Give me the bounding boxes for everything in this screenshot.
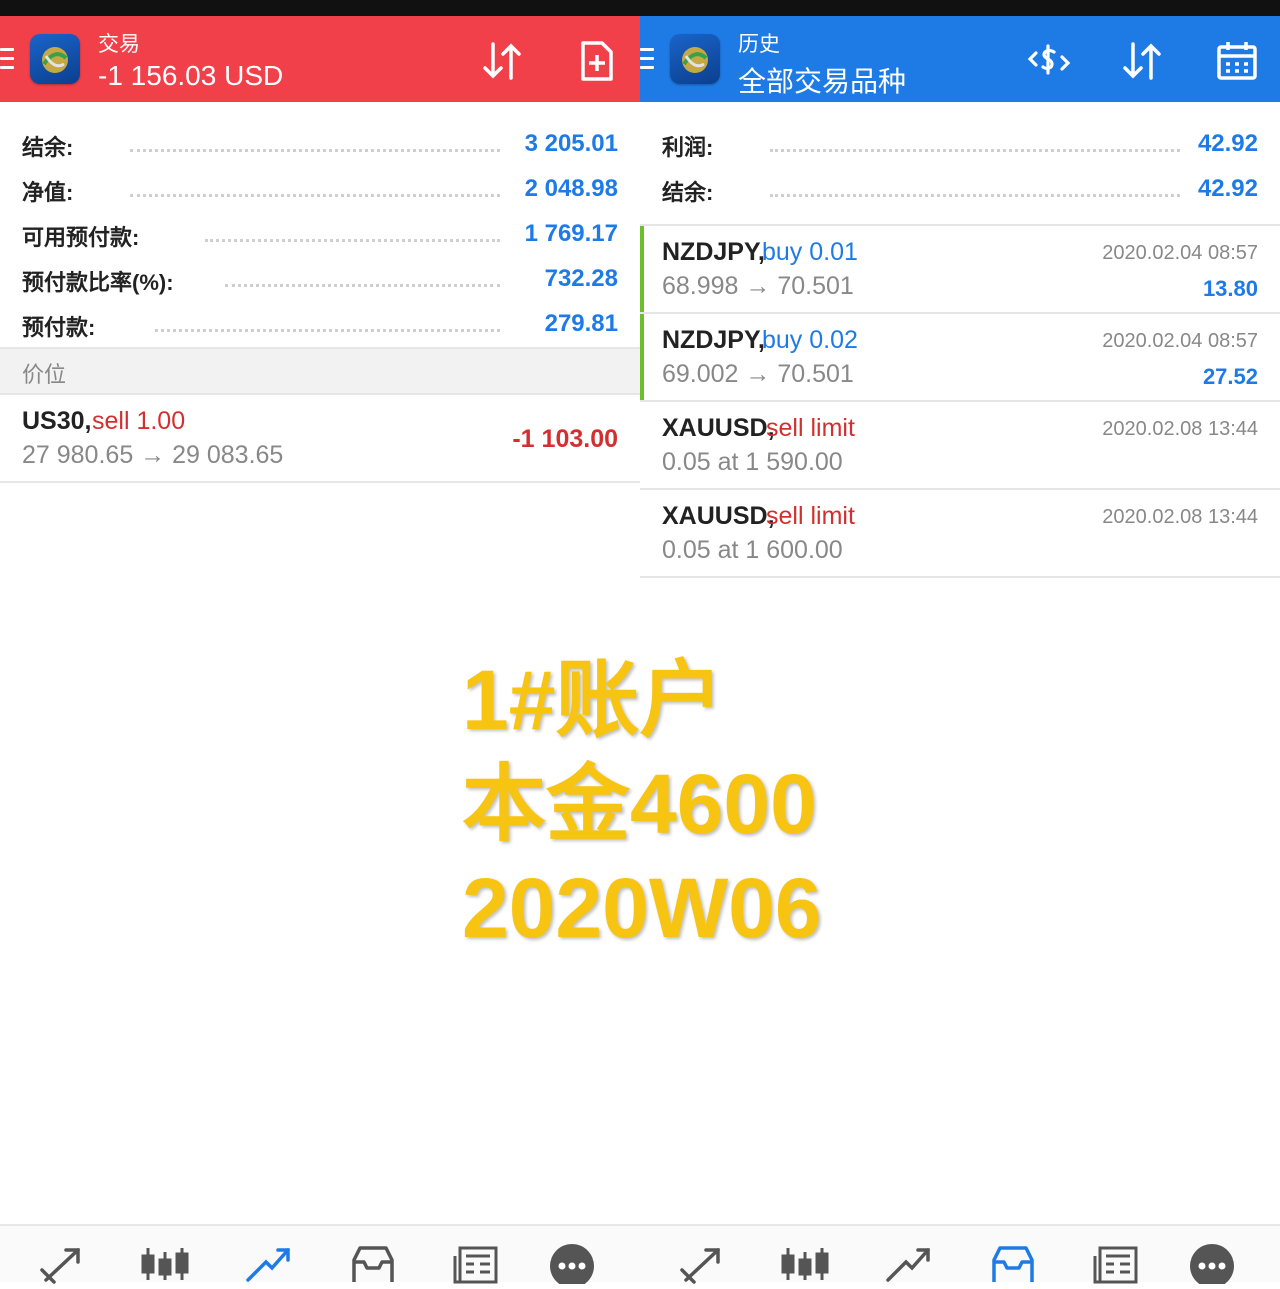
metatrader-logo: [670, 34, 720, 84]
quotes-icon[interactable]: [678, 1244, 728, 1284]
quotes-icon[interactable]: [38, 1244, 88, 1284]
summary-row-balance: 结余: 42.92: [640, 167, 1280, 212]
positions-section-header: 价位: [0, 347, 640, 395]
order-row[interactable]: XAUUSD, sell limit 0.05 at 1 600.00 2020…: [640, 490, 1280, 578]
status-bar: [0, 0, 1280, 16]
position-prices: 27 980.65 → 29 083.65: [22, 441, 284, 469]
summary-label: 净值:: [22, 175, 80, 207]
summary-value: 3 205.01: [518, 130, 618, 158]
deal-prices: 69.002 → 70.501: [662, 360, 854, 388]
summary-row-margin-level: 预付款比率(%): 732.28: [0, 257, 640, 302]
order-symbol: XAUUSD,: [662, 502, 775, 530]
summary-label: 结余:: [22, 130, 80, 162]
floating-profit: -1 156.03 USD: [98, 60, 284, 91]
news-icon[interactable]: [1092, 1244, 1142, 1284]
dollar-filter-icon[interactable]: [1026, 38, 1072, 84]
summary-label: 结余:: [662, 175, 720, 207]
menu-icon[interactable]: [0, 48, 14, 70]
summary-row-margin: 预付款: 279.81: [0, 302, 640, 347]
new-order-icon[interactable]: [574, 38, 620, 84]
position-row[interactable]: US30, sell 1.00 27 980.65 → 29 083.65 -1…: [0, 395, 640, 483]
summary-value: 2 048.98: [518, 175, 618, 203]
summary-row-equity: 净值: 2 048.98: [0, 167, 640, 212]
trade-app-bar: 交易 -1 156.03 USD: [0, 16, 640, 102]
metatrader-logo: [30, 34, 80, 84]
order-volume-price: 0.05 at 1 590.00: [662, 448, 843, 476]
deal-status-bar: [640, 226, 644, 312]
deal-symbol: NZDJPY,: [662, 238, 765, 266]
deal-prices: 68.998 → 70.501: [662, 272, 854, 300]
history-title: 历史: [738, 33, 780, 56]
summary-value: 1 769.17: [518, 220, 618, 248]
deal-row[interactable]: NZDJPY, buy 0.01 68.998 → 70.501 2020.02…: [640, 226, 1280, 314]
account-summary: 结余: 3 205.01 净值: 2 048.98 可用预付款: 1 769.1…: [0, 102, 640, 347]
deal-status-bar: [640, 314, 644, 400]
chat-icon[interactable]: [548, 1244, 598, 1288]
chart-icon[interactable]: [780, 1244, 830, 1284]
order-time: 2020.02.08 13:44: [1102, 418, 1258, 440]
order-side: sell limit: [766, 414, 855, 442]
calendar-icon[interactable]: [1214, 38, 1260, 84]
history-icon[interactable]: [348, 1244, 398, 1284]
chart-icon[interactable]: [140, 1244, 190, 1284]
position-side: sell 1.00: [92, 407, 186, 435]
summary-value: 279.81: [538, 310, 618, 338]
symbol-filter[interactable]: 全部交易品种: [738, 60, 906, 100]
summary-label: 预付款比率(%):: [22, 265, 180, 297]
caption-line-capital: 本金4600: [462, 757, 817, 851]
history-summary: 利润: 42.92 结余: 42.92: [640, 102, 1280, 212]
deal-time: 2020.02.04 08:57: [1102, 330, 1258, 352]
caption-line-week: 2020W06: [462, 861, 822, 955]
account-caption-overlay: 1#账户 本金4600 2020W06: [462, 648, 862, 960]
history-panel: 历史 全部交易品种 利润: 42.92 结余: 42.92 NZDJPY, bu…: [640, 16, 1280, 1224]
chat-icon[interactable]: [1188, 1244, 1238, 1288]
summary-value: 42.92: [1191, 175, 1258, 203]
menu-icon[interactable]: [640, 48, 654, 70]
summary-row-free-margin: 可用预付款: 1 769.17: [0, 212, 640, 257]
sort-icon[interactable]: [1120, 38, 1166, 84]
summary-label: 利润:: [662, 130, 720, 162]
history-app-bar: 历史 全部交易品种: [640, 16, 1280, 102]
history-icon[interactable]: [988, 1244, 1038, 1284]
news-icon[interactable]: [452, 1244, 502, 1284]
order-volume-price: 0.05 at 1 600.00: [662, 536, 843, 564]
trade-icon[interactable]: [244, 1244, 294, 1284]
summary-label: 可用预付款:: [22, 220, 146, 252]
summary-value: 732.28: [538, 265, 618, 293]
trade-panel: 交易 -1 156.03 USD 结余: 3 205.01 净值: 2 048.…: [0, 16, 640, 1224]
summary-value: 42.92: [1191, 130, 1258, 158]
deal-side: buy 0.01: [762, 238, 858, 266]
deal-symbol: NZDJPY,: [662, 326, 765, 354]
summary-row-balance: 结余: 3 205.01: [0, 122, 640, 167]
trade-title: 交易: [98, 33, 140, 56]
sort-icon[interactable]: [480, 38, 526, 84]
section-label: 价位: [22, 362, 67, 387]
deal-side: buy 0.02: [762, 326, 858, 354]
summary-row-profit: 利润: 42.92: [640, 122, 1280, 167]
deal-time: 2020.02.04 08:57: [1102, 242, 1258, 264]
trade-icon[interactable]: [884, 1244, 934, 1284]
order-row[interactable]: XAUUSD, sell limit 0.05 at 1 590.00 2020…: [640, 402, 1280, 490]
position-profit: -1 103.00: [512, 425, 618, 453]
order-symbol: XAUUSD,: [662, 414, 775, 442]
deal-row[interactable]: NZDJPY, buy 0.02 69.002 → 70.501 2020.02…: [640, 314, 1280, 402]
position-symbol: US30,: [22, 407, 92, 435]
order-side: sell limit: [766, 502, 855, 530]
deal-profit: 13.80: [1202, 276, 1258, 301]
summary-label: 预付款:: [22, 310, 102, 342]
caption-line-account: 1#账户: [462, 653, 724, 747]
bottom-navigation: [0, 1224, 1280, 1288]
deal-profit: 27.52: [1202, 364, 1258, 389]
order-time: 2020.02.08 13:44: [1102, 506, 1258, 528]
